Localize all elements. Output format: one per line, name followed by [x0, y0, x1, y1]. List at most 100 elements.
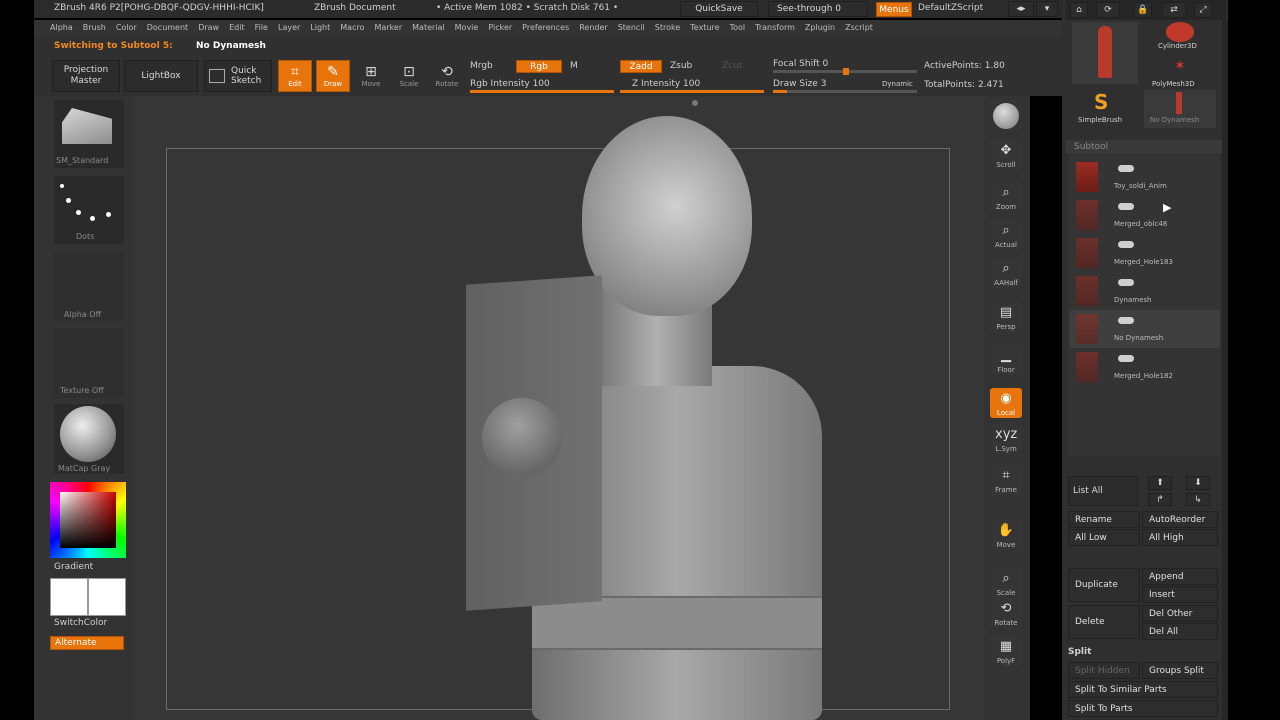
zadd-toggle[interactable]: Zadd: [620, 60, 662, 73]
subtool-row[interactable]: Toy_soldi_Anim: [1070, 158, 1220, 196]
menu-layer[interactable]: Layer: [278, 23, 300, 32]
duplicate-button[interactable]: Duplicate: [1068, 568, 1140, 602]
tool-thumbnail-active[interactable]: [1072, 22, 1138, 84]
append-button[interactable]: Append: [1142, 568, 1218, 585]
shelf-scroll-button[interactable]: ✥ Scroll: [990, 140, 1022, 170]
tray-lock-icon[interactable]: 🔒: [1134, 2, 1152, 18]
rotate-button[interactable]: ⟲ Rotate: [430, 60, 464, 92]
see-through-slider[interactable]: See-through 0: [768, 1, 868, 17]
menu-material[interactable]: Material: [412, 23, 445, 32]
rgb-toggle[interactable]: Rgb: [516, 60, 562, 73]
subtool-visibility-toggle[interactable]: [1118, 203, 1134, 210]
zcut-toggle[interactable]: Zcut: [722, 61, 742, 71]
shelf-floor-button[interactable]: ▁ Floor: [990, 345, 1022, 375]
menu-edit[interactable]: Edit: [229, 23, 245, 32]
shelf-aahalf-button[interactable]: ⌕ AAHalf: [990, 258, 1022, 288]
menu-brush[interactable]: Brush: [83, 23, 106, 32]
secondary-color-swatch[interactable]: [88, 578, 126, 616]
menu-marker[interactable]: Marker: [374, 23, 402, 32]
texture-thumbnail[interactable]: Texture Off: [54, 328, 124, 398]
menu-picker[interactable]: Picker: [488, 23, 512, 32]
draw-size-label[interactable]: Draw Size 3: [773, 79, 826, 89]
main-color-swatch[interactable]: [50, 578, 88, 616]
list-all-button[interactable]: List All: [1068, 476, 1138, 506]
shelf-actual-button[interactable]: ⌕ Actual: [990, 220, 1022, 250]
tray-sync-icon[interactable]: ⟳: [1096, 2, 1120, 18]
menu-preferences[interactable]: Preferences: [522, 23, 569, 32]
shelf-polyf-button[interactable]: ▦ PolyF: [990, 636, 1022, 666]
m-toggle[interactable]: M: [570, 61, 578, 71]
shelf-l-sym-button[interactable]: xyz L.Sym: [990, 424, 1022, 454]
auto-reorder-button[interactable]: AutoReorder: [1142, 511, 1218, 528]
lightbox-button[interactable]: LightBox: [124, 60, 198, 92]
split-similar-button[interactable]: Split To Similar Parts: [1068, 681, 1218, 698]
split-header[interactable]: Split: [1066, 646, 1222, 660]
z-intensity-label[interactable]: Z Intensity 100: [632, 79, 700, 89]
split-hidden-button[interactable]: Split Hidden: [1068, 662, 1140, 679]
draw-size-slider[interactable]: [773, 90, 917, 93]
subtool-row[interactable]: Merged_oblc48: [1070, 196, 1220, 234]
menus-button[interactable]: Menus: [876, 2, 912, 17]
tray-expand-icon[interactable]: ⤢: [1194, 2, 1212, 18]
split-parts-button[interactable]: Split To Parts: [1068, 700, 1218, 717]
rgb-intensity-label[interactable]: Rgb Intensity 100: [470, 79, 550, 89]
shelf-bpr-button[interactable]: BPR: [990, 100, 1022, 149]
subtool-row[interactable]: Merged_Hole182: [1070, 348, 1220, 386]
color-picker[interactable]: [50, 482, 126, 558]
menu-transform[interactable]: Transform: [755, 23, 795, 32]
shelf-persp-button[interactable]: ▤ Persp: [990, 302, 1022, 332]
shelf-frame-button[interactable]: ⌗ Frame: [990, 465, 1022, 495]
menu-file[interactable]: File: [255, 23, 268, 32]
edit-button[interactable]: ⌗ Edit: [278, 60, 312, 92]
focal-shift-label[interactable]: Focal Shift 0: [773, 59, 828, 69]
shelf-scale-button[interactable]: ⌕ Scale: [990, 568, 1022, 598]
menu-document[interactable]: Document: [147, 23, 188, 32]
tool-simplebrush[interactable]: S SimpleBrush: [1072, 90, 1138, 128]
mrgb-toggle[interactable]: Mrgb: [470, 61, 493, 71]
zsub-toggle[interactable]: Zsub: [670, 61, 692, 71]
insert-button[interactable]: Insert: [1142, 586, 1218, 603]
groups-split-button[interactable]: Groups Split: [1142, 662, 1218, 679]
tray-arrows-icon[interactable]: ⇄: [1162, 2, 1186, 18]
menu-movie[interactable]: Movie: [455, 23, 479, 32]
switch-color-label[interactable]: SwitchColor: [54, 618, 107, 628]
subtool-visibility-toggle[interactable]: [1118, 355, 1134, 362]
right-tray-scrollbar[interactable]: [1222, 20, 1228, 720]
move-down-button[interactable]: ⬇: [1186, 476, 1210, 490]
projection-master-button[interactable]: Projection Master: [52, 60, 120, 92]
draw-button[interactable]: ✎ Draw: [316, 60, 350, 92]
shelf-zoom-button[interactable]: ⌕ Zoom: [990, 182, 1022, 212]
subtool-row[interactable]: Dynamesh: [1070, 272, 1220, 310]
move-bottom-button[interactable]: ↳: [1186, 493, 1210, 506]
scale-button[interactable]: ⊡ Scale: [392, 60, 426, 92]
menu-alpha[interactable]: Alpha: [50, 23, 73, 32]
subtool-row[interactable]: No Dynamesh: [1070, 310, 1220, 348]
menu-draw[interactable]: Draw: [198, 23, 219, 32]
move-top-button[interactable]: ↱: [1148, 493, 1172, 506]
subtool-visibility-toggle[interactable]: [1118, 165, 1134, 172]
material-thumbnail[interactable]: MatCap Gray: [54, 404, 124, 474]
tool-no-dynamesh[interactable]: No Dynamesh: [1144, 90, 1216, 128]
default-zscript[interactable]: DefaultZScript: [918, 3, 983, 13]
menu-color[interactable]: Color: [116, 23, 137, 32]
shelf-rotate-button[interactable]: ⟲ Rotate: [990, 598, 1022, 628]
canvas[interactable]: [132, 96, 984, 720]
tray-home-icon[interactable]: ⌂: [1070, 2, 1088, 18]
focal-shift-slider[interactable]: [773, 68, 917, 75]
rgb-intensity-slider[interactable]: [470, 90, 614, 93]
menu-texture[interactable]: Texture: [690, 23, 719, 32]
subtool-visibility-toggle[interactable]: [1118, 279, 1134, 286]
menu-tool[interactable]: Tool: [730, 23, 746, 32]
color-square[interactable]: [60, 492, 116, 548]
quick-sketch-button[interactable]: Quick Sketch: [204, 60, 272, 92]
dynamic-toggle[interactable]: Dynamic: [882, 80, 913, 88]
all-low-button[interactable]: All Low: [1068, 529, 1140, 546]
subtool-visibility-toggle[interactable]: [1118, 241, 1134, 248]
shelf-local-button[interactable]: ◉ Local: [990, 388, 1022, 418]
scroll-down-button[interactable]: ▾: [1036, 1, 1058, 17]
arrows-button[interactable]: ◂▸: [1008, 1, 1034, 17]
delete-button[interactable]: Delete: [1068, 605, 1140, 639]
menu-render[interactable]: Render: [579, 23, 607, 32]
subtool-visibility-toggle[interactable]: [1118, 317, 1134, 324]
all-high-button[interactable]: All High: [1142, 529, 1218, 546]
